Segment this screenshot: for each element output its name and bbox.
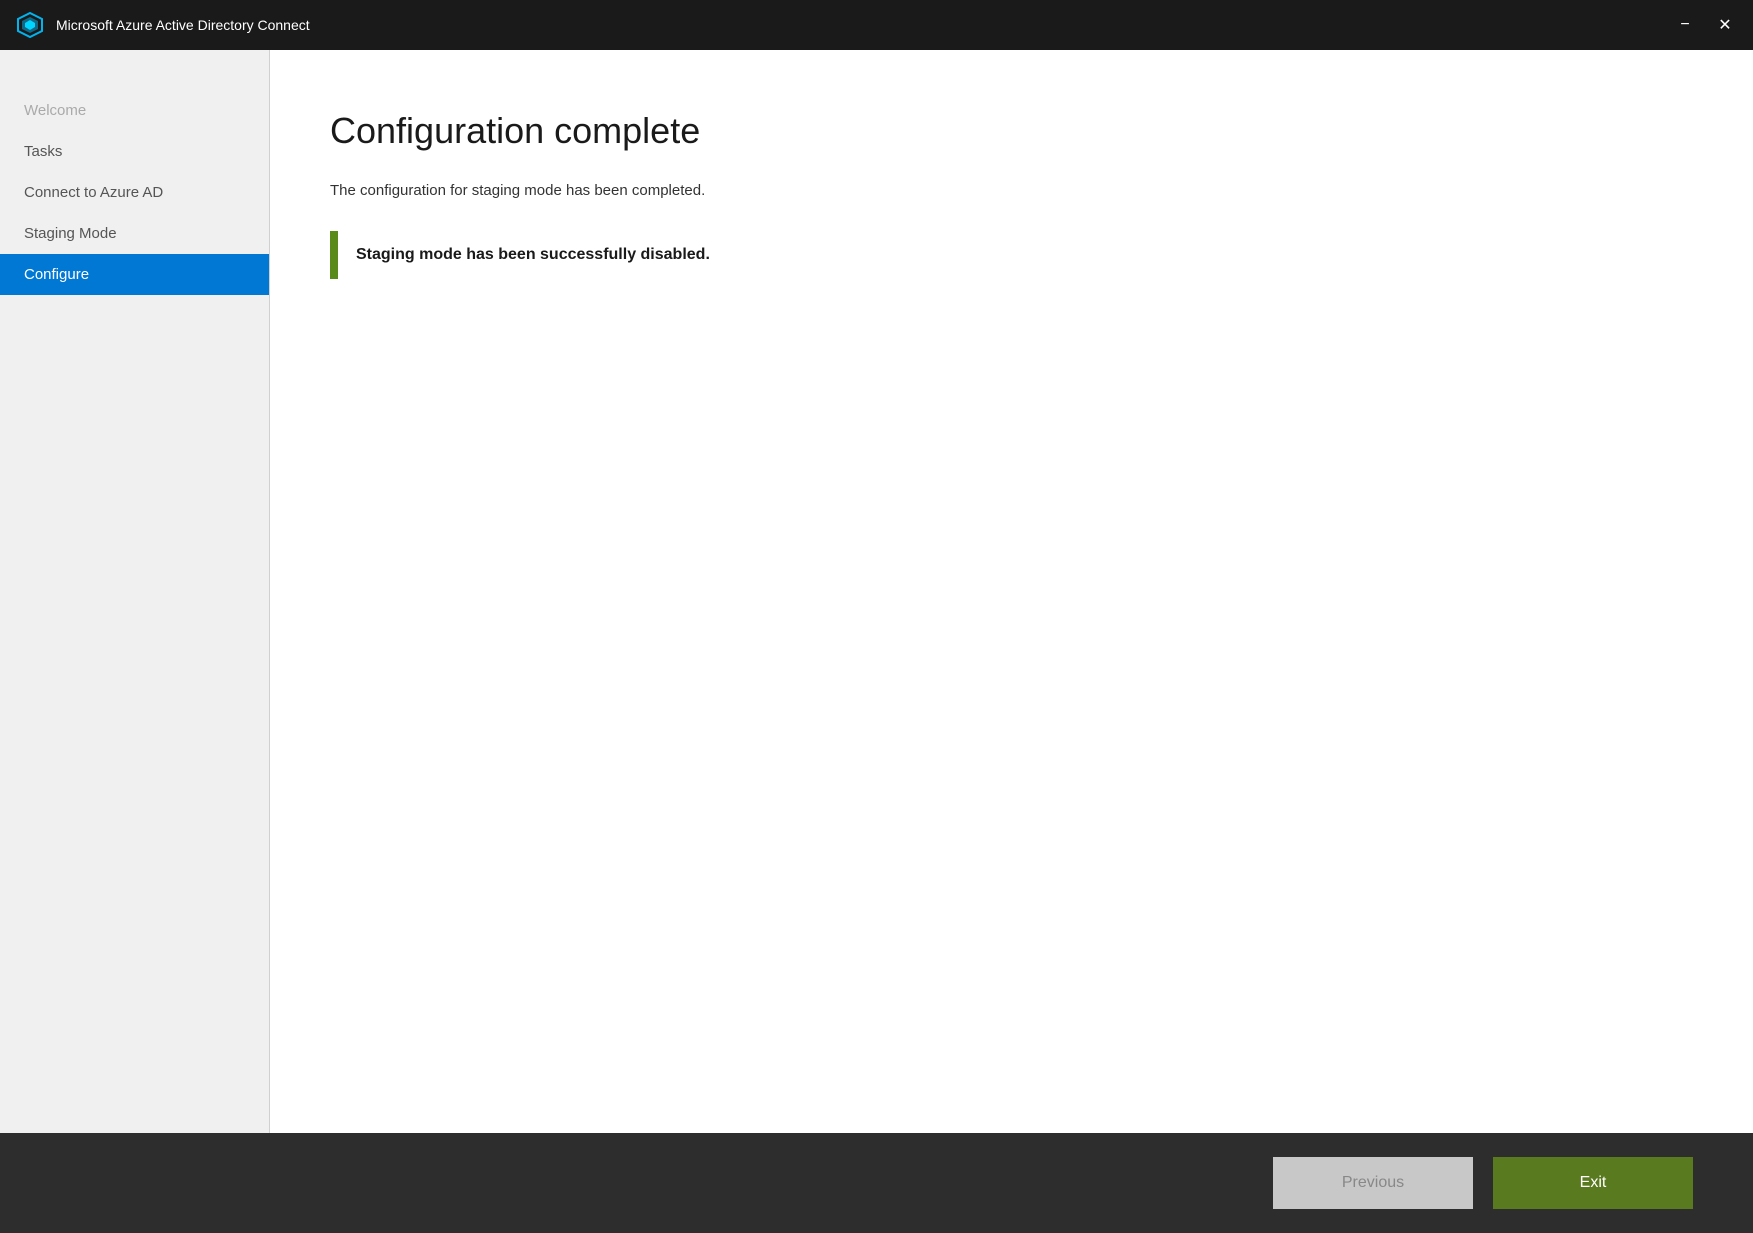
- sidebar-item-tasks[interactable]: Tasks: [0, 131, 269, 172]
- sidebar-item-welcome[interactable]: Welcome: [0, 90, 269, 131]
- content-spacer: [330, 303, 1693, 1093]
- success-banner: Staging mode has been successfully disab…: [330, 231, 1693, 279]
- page-title: Configuration complete: [330, 110, 1693, 152]
- sidebar-item-staging-mode[interactable]: Staging Mode: [0, 213, 269, 254]
- sidebar-item-configure[interactable]: Configure: [0, 254, 269, 295]
- sidebar: Welcome Tasks Connect to Azure AD Stagin…: [0, 50, 270, 1133]
- previous-button[interactable]: Previous: [1273, 1157, 1473, 1209]
- exit-button[interactable]: Exit: [1493, 1157, 1693, 1209]
- app-logo-icon: [16, 11, 44, 39]
- content-area: Welcome Tasks Connect to Azure AD Stagin…: [0, 50, 1753, 1133]
- app-title: Microsoft Azure Active Directory Connect: [56, 17, 1673, 33]
- main-content: Configuration complete The configuration…: [270, 50, 1753, 1133]
- titlebar: Microsoft Azure Active Directory Connect…: [0, 0, 1753, 50]
- minimize-button[interactable]: −: [1673, 13, 1697, 37]
- close-button[interactable]: ✕: [1713, 13, 1737, 37]
- footer: Previous Exit: [0, 1133, 1753, 1233]
- window-controls: − ✕: [1673, 13, 1737, 37]
- sidebar-item-connect-azure-ad[interactable]: Connect to Azure AD: [0, 172, 269, 213]
- app-window: Microsoft Azure Active Directory Connect…: [0, 0, 1753, 1233]
- success-bar-indicator: [330, 231, 338, 279]
- success-message: Staging mode has been successfully disab…: [356, 246, 710, 264]
- description-text: The configuration for staging mode has b…: [330, 182, 1693, 199]
